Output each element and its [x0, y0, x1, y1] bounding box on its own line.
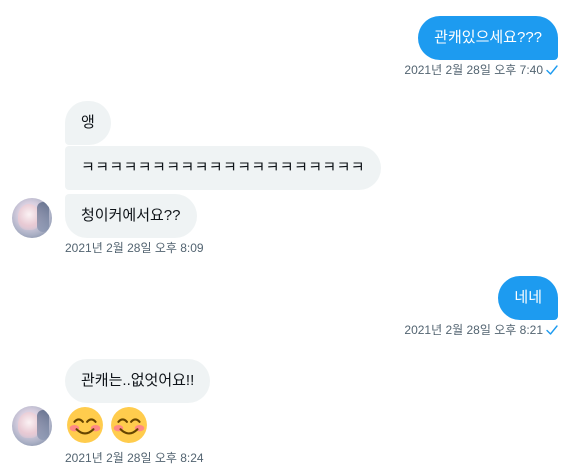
sent-message-bubble[interactable]: 관캐있으세요??? — [418, 16, 558, 60]
timestamp-text: 2021년 2월 28일 오후 8:21 — [404, 323, 543, 337]
avatar[interactable] — [12, 406, 52, 446]
message-timestamp: 2021년 2월 28일 오후 8:09 — [65, 241, 204, 255]
message-timestamp: 2021년 2월 28일 오후 8:21 — [404, 322, 558, 338]
smiling-face-icon — [67, 407, 103, 443]
sent-message-bubble[interactable]: 네네 — [498, 276, 558, 320]
received-message-bubble[interactable]: ㅋㅋㅋㅋㅋㅋㅋㅋㅋㅋㅋㅋㅋㅋㅋㅋㅋㅋㅋㅋ — [65, 146, 382, 190]
received-message-bubble[interactable]: 관캐는..없엇어요!! — [65, 359, 211, 403]
emoji-message[interactable] — [66, 406, 154, 449]
timestamp-text: 2021년 2월 28일 오후 7:40 — [404, 63, 543, 77]
avatar[interactable] — [12, 198, 52, 238]
smiling-face-icon — [111, 407, 147, 443]
read-check-icon — [546, 325, 558, 335]
received-message-bubble[interactable]: 앵 — [65, 101, 111, 145]
read-check-icon — [546, 65, 558, 75]
message-timestamp: 2021년 2월 28일 오후 7:40 — [404, 62, 558, 78]
received-message-bubble[interactable]: 청이커에서요?? — [65, 194, 197, 238]
message-timestamp: 2021년 2월 28일 오후 8:24 — [65, 451, 204, 465]
